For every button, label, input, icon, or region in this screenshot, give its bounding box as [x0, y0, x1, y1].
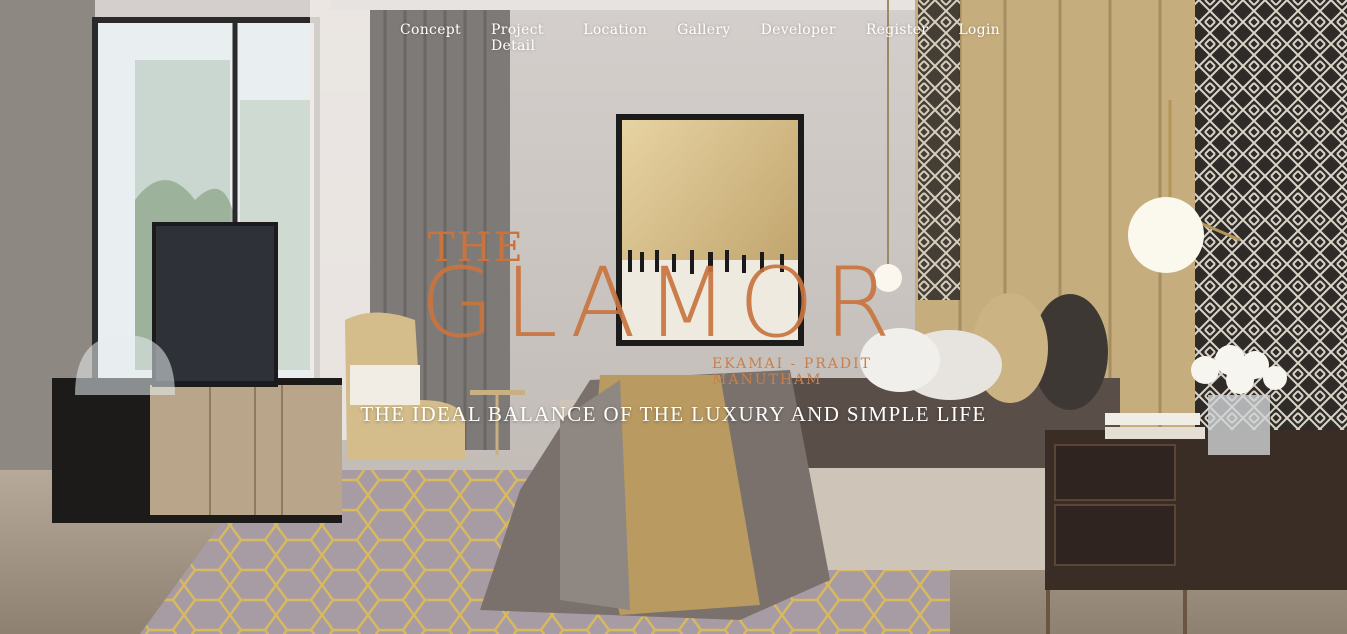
- main-nav: Concept Project Detail Location Gallery …: [400, 22, 1000, 54]
- nav-link-gallery[interactable]: Gallery: [677, 22, 730, 42]
- nav-link-register[interactable]: Register: [866, 22, 928, 42]
- nav-link-project-detail[interactable]: Project Detail: [491, 22, 553, 54]
- logo-location-text: EKAMAI - PRADIT MANUTHAM: [712, 356, 872, 388]
- hero-tagline: THE IDEAL BALANCE OF THE LUXURY AND SIMP…: [360, 402, 987, 426]
- brand-logo: THE GLAMOR EKAMAI - PRADIT MANUTHAM: [420, 225, 940, 388]
- logo-name-text: GLAMOR: [420, 247, 901, 359]
- nav-link-developer[interactable]: Developer: [761, 22, 836, 42]
- nav-link-location[interactable]: Location: [583, 22, 647, 42]
- nav-link-concept[interactable]: Concept: [400, 22, 461, 42]
- nav-link-login[interactable]: Login: [958, 22, 1000, 42]
